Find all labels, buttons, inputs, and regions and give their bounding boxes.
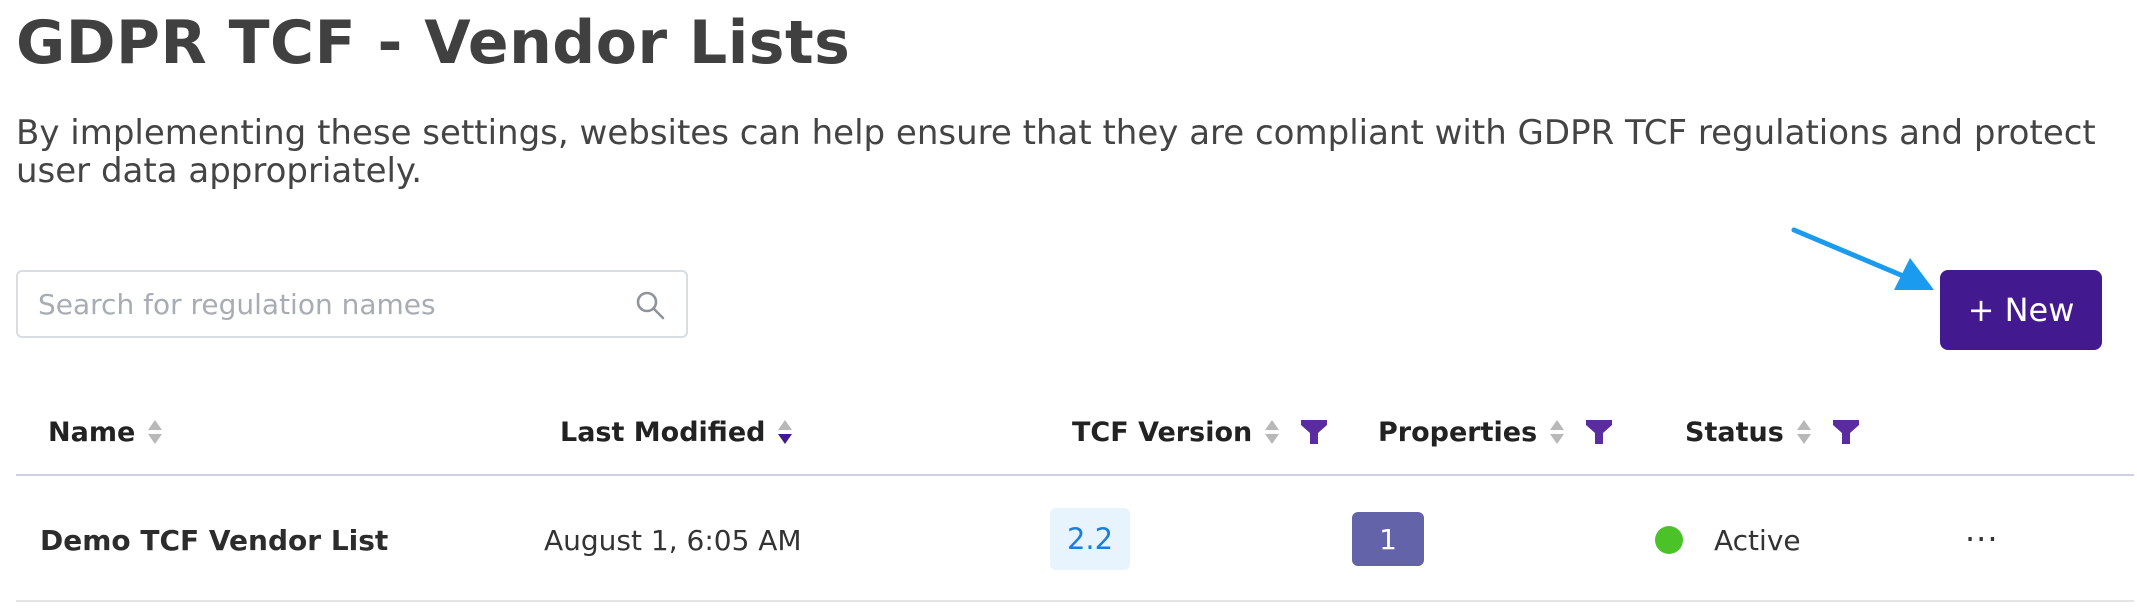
filter-icon[interactable] — [1832, 418, 1860, 446]
status-text: Active — [1714, 523, 1801, 557]
page-description: By implementing these settings, websites… — [16, 113, 2096, 191]
search-box — [16, 270, 688, 338]
more-options-icon[interactable]: ··· — [1965, 520, 1999, 558]
sort-icon[interactable] — [1264, 418, 1280, 446]
sort-icon[interactable] — [147, 418, 163, 446]
column-header-properties[interactable]: Properties — [1378, 412, 1613, 452]
filter-icon[interactable] — [1300, 418, 1328, 446]
search-icon[interactable] — [634, 289, 666, 321]
properties-count-badge[interactable]: 1 — [1352, 512, 1424, 566]
sort-descending-icon[interactable] — [777, 418, 793, 446]
page-title: GDPR TCF - Vendor Lists — [16, 8, 851, 78]
column-header-tcf-version[interactable]: TCF Version — [1072, 412, 1328, 452]
vendor-list-name[interactable]: Demo TCF Vendor List — [40, 518, 388, 562]
column-header-label: Last Modified — [560, 416, 766, 448]
column-header-name[interactable]: Name — [48, 412, 163, 452]
last-modified-value: August 1, 6:05 AM — [544, 523, 802, 557]
sort-icon[interactable] — [1796, 418, 1812, 446]
new-button[interactable]: + New — [1940, 270, 2102, 350]
column-header-label: Properties — [1378, 416, 1538, 448]
status-active-dot-icon — [1655, 526, 1683, 554]
tcf-version-badge: 2.2 — [1050, 508, 1130, 570]
filter-icon[interactable] — [1585, 418, 1613, 446]
sort-icon[interactable] — [1549, 418, 1565, 446]
column-header-status[interactable]: Status — [1685, 412, 1860, 452]
column-header-label: TCF Version — [1072, 416, 1253, 448]
table-header-divider — [16, 474, 2134, 476]
column-header-label: Name — [48, 416, 136, 448]
annotation-arrow-icon — [1791, 227, 1934, 290]
table-row-divider — [16, 600, 2134, 602]
search-input[interactable] — [38, 272, 628, 336]
column-header-last-modified[interactable]: Last Modified — [560, 412, 793, 452]
column-header-label: Status — [1685, 416, 1784, 448]
